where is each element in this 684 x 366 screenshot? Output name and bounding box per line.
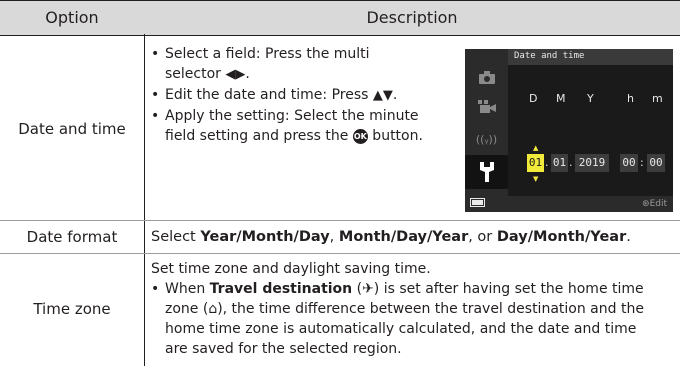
left-right-arrows-icon: ◀▶ <box>225 67 246 82</box>
list-item: Apply the setting: Select the minute fie… <box>151 106 461 146</box>
minute-column-label: m <box>652 92 663 105</box>
row-divider <box>0 253 680 254</box>
table-header: Option Description <box>0 0 680 36</box>
column-divider <box>144 34 145 366</box>
option-date-and-time: Date and time <box>18 120 126 138</box>
date-format-description: Select Year/Month/Day, Month/Day/Year, o… <box>151 229 631 245</box>
ok-button-icon: OK <box>352 129 368 144</box>
list-item: When Travel destination (✈) is set after… <box>151 279 681 359</box>
option-time-zone: Time zone <box>33 300 111 318</box>
wireless-icon: ((ᵧ)) <box>475 133 498 146</box>
day-field: 01 <box>527 154 544 172</box>
separator-dot: . <box>545 156 549 169</box>
camera-icon <box>465 69 508 91</box>
option-column-header: Option <box>45 8 99 27</box>
up-down-arrows-icon: ▲▼ <box>372 88 393 103</box>
movie-icon <box>465 99 508 121</box>
battery-icon <box>470 198 485 207</box>
description-column-header: Description <box>366 8 458 27</box>
day-column-label: D <box>529 92 538 105</box>
ok-button-icon: ⊛ <box>642 199 650 209</box>
year-column-label: Y <box>587 92 594 105</box>
month-field: 01 <box>551 154 568 172</box>
row-divider <box>0 220 680 221</box>
minute-field: 00 <box>647 154 665 172</box>
hour-column-label: h <box>627 92 634 105</box>
month-column-label: M <box>556 92 566 105</box>
up-arrow-icon: ▲ <box>533 144 539 152</box>
year-field: 2019 <box>575 154 609 172</box>
edit-hint: ⊛Edit <box>642 199 667 209</box>
separator-colon: : <box>640 156 644 169</box>
list-item: Edit the date and time: Press ▲▼. <box>151 85 461 106</box>
hour-field: 00 <box>620 154 638 172</box>
camera-screen-date-and-time: ((ᵧ)) Date and time D M Y h m ▲ 01 . 01 … <box>465 49 673 212</box>
list-item: Select a field: Press the multi selector… <box>151 44 461 85</box>
wrench-icon <box>465 155 508 189</box>
time-zone-description: Set time zone and daylight saving time. … <box>151 259 681 359</box>
date-and-time-description: Select a field: Press the multi selector… <box>151 44 461 146</box>
screen-title: Date and time <box>514 51 585 61</box>
down-arrow-icon: ▼ <box>533 175 539 183</box>
option-date-format: Date format <box>26 228 118 246</box>
separator-dot: . <box>569 156 573 169</box>
